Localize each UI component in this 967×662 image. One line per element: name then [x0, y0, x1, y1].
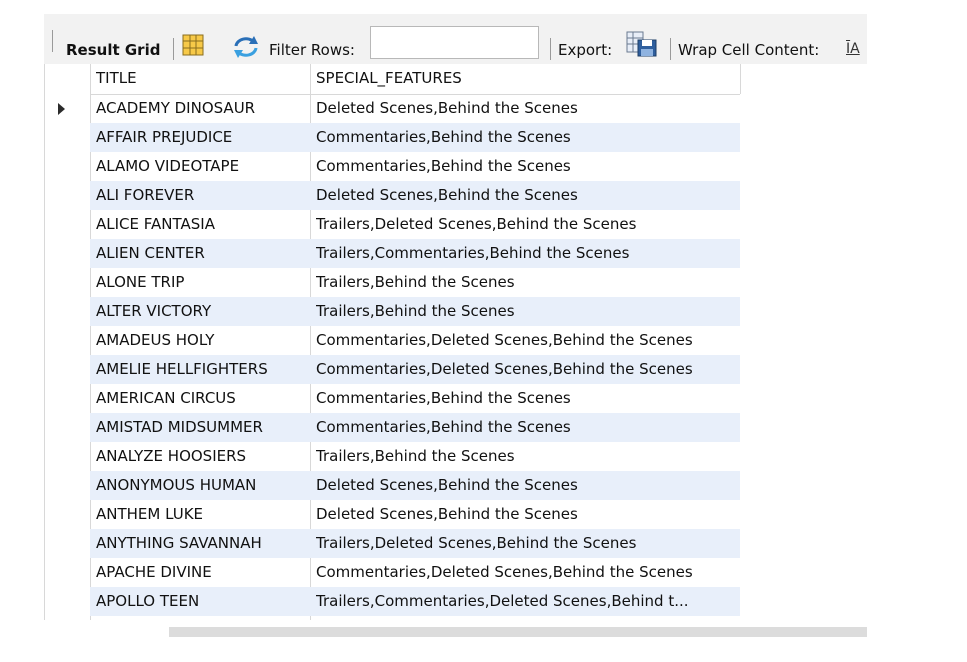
cell-title[interactable]: ANONYMOUS HUMAN: [96, 471, 310, 500]
cell-title[interactable]: ANALYZE HOOSIERS: [96, 442, 310, 471]
export-label: Export:: [558, 41, 613, 59]
table-row[interactable]: AFFAIR PREJUDICE Commentaries,Behind the …: [44, 123, 744, 152]
table-row[interactable]: ALAMO VIDEOTAPE Commentaries,Behind the S…: [44, 152, 744, 181]
table-row[interactable]: APOLLO TEEN Trailers,Commentaries,Deleted…: [44, 587, 744, 616]
export-icon[interactable]: [625, 30, 659, 58]
cell-special-features[interactable]: Commentaries,Deleted Scenes,Behind the S…: [316, 558, 742, 587]
cell-special-features[interactable]: Deleted Scenes,Behind the Scenes: [316, 471, 742, 500]
cell-title[interactable]: ALONE TRIP: [96, 268, 310, 297]
wrap-cell-icon[interactable]: ĪA: [846, 40, 868, 58]
cell-title[interactable]: AMISTAD MIDSUMMER: [96, 413, 310, 442]
cell-title[interactable]: APACHE DIVINE: [96, 558, 310, 587]
result-grid: TITLE SPECIAL_FEATURES ACADEMY DINOSAUR Del…: [44, 64, 867, 637]
horizontal-scrollbar-thumb[interactable]: [169, 627, 867, 637]
table-row[interactable]: AMISTAD MIDSUMMER Commentaries,Behind the…: [44, 413, 744, 442]
cell-title[interactable]: ACADEMY DINOSAUR: [96, 94, 310, 123]
refresh-icon[interactable]: [230, 34, 262, 60]
cell-special-features[interactable]: Deleted Scenes,Behind the Scenes: [316, 181, 742, 210]
cell-title[interactable]: ALIEN CENTER: [96, 239, 310, 268]
cell-title[interactable]: ALICE FANTASIA: [96, 210, 310, 239]
cell-title[interactable]: ALI FOREVER: [96, 181, 310, 210]
filter-rows-input[interactable]: [370, 26, 539, 59]
cell-title[interactable]: AMERICAN CIRCUS: [96, 384, 310, 413]
cell-special-features[interactable]: Deleted Scenes,Behind the Scenes: [316, 500, 742, 529]
row-marker-icon: [58, 103, 65, 115]
cell-title[interactable]: ALTER VICTORY: [96, 297, 310, 326]
table-row[interactable]: ANYTHING SAVANNAH Trailers,Deleted Scenes…: [44, 529, 744, 558]
toolbar-separator: [173, 38, 174, 60]
cell-title[interactable]: ANYTHING SAVANNAH: [96, 529, 310, 558]
toolbar-separator: [550, 38, 551, 60]
filter-rows-label: Filter Rows:: [269, 41, 355, 59]
table-row[interactable]: AMERICAN CIRCUS Commentaries,Behind the S…: [44, 384, 744, 413]
horizontal-scrollbar[interactable]: [169, 627, 867, 637]
cell-special-features[interactable]: Trailers,Commentaries,Behind the Scenes: [316, 239, 742, 268]
table-row[interactable]: ALTER VICTORY Trailers,Behind the Scenes: [44, 297, 744, 326]
grid-header-row: TITLE SPECIAL_FEATURES: [44, 64, 744, 95]
cell-title[interactable]: ANTHEM LUKE: [96, 500, 310, 529]
table-row[interactable]: ALICE FANTASIA Trailers,Deleted Scenes,Be…: [44, 210, 744, 239]
cell-special-features[interactable]: Trailers,Deleted Scenes,Behind the Scene…: [316, 210, 742, 239]
table-row[interactable]: ANTHEM LUKE Deleted Scenes,Behind the Sce…: [44, 500, 744, 529]
cell-special-features[interactable]: Commentaries,Deleted Scenes,Behind the S…: [316, 326, 742, 355]
table-row[interactable]: ALI FOREVER Deleted Scenes,Behind the Sce…: [44, 181, 744, 210]
cell-special-features[interactable]: Commentaries,Behind the Scenes: [316, 384, 742, 413]
table-row[interactable]: APACHE DIVINE Commentaries,Deleted Scenes…: [44, 558, 744, 587]
table-row[interactable]: ANALYZE HOOSIERS Trailers,Behind the Scen…: [44, 442, 744, 471]
cell-special-features[interactable]: Trailers,Commentaries,Deleted Scenes,Beh…: [316, 587, 742, 616]
table-row[interactable]: ALONE TRIP Trailers,Behind the Scenes: [44, 268, 744, 297]
column-header-title[interactable]: TITLE: [96, 64, 310, 93]
table-row[interactable]: ALIEN CENTER Trailers,Commentaries,Behind…: [44, 239, 744, 268]
cell-special-features[interactable]: Trailers,Behind the Scenes: [316, 442, 742, 471]
cell-title[interactable]: AFFAIR PREJUDICE: [96, 123, 310, 152]
cell-special-features[interactable]: Commentaries,Deleted Scenes,Behind the S…: [316, 355, 742, 384]
cell-special-features[interactable]: Trailers,Behind the Scenes: [316, 297, 742, 326]
cell-title[interactable]: AMADEUS HOLY: [96, 326, 310, 355]
cell-special-features[interactable]: Trailers,Deleted Scenes,Behind the Scene…: [316, 529, 742, 558]
wrap-cell-content-label: Wrap Cell Content:: [678, 41, 820, 59]
cell-special-features[interactable]: Deleted Scenes,Behind the Scenes: [316, 94, 742, 123]
cell-title[interactable]: APOLLO TEEN: [96, 587, 310, 616]
result-grid-icon[interactable]: [182, 34, 204, 56]
toolbar-separator: [52, 30, 53, 52]
toolbar-separator: [670, 38, 671, 60]
cell-special-features[interactable]: Trailers,Behind the Scenes: [316, 268, 742, 297]
cell-title[interactable]: AMELIE HELLFIGHTERS: [96, 355, 310, 384]
column-header-special-features[interactable]: SPECIAL_FEATURES: [316, 64, 742, 93]
table-row[interactable]: AMELIE HELLFIGHTERS Commentaries,Deleted …: [44, 355, 744, 384]
cell-special-features[interactable]: Commentaries,Behind the Scenes: [316, 413, 742, 442]
table-row[interactable]: ANONYMOUS HUMAN Deleted Scenes,Behind the…: [44, 471, 744, 500]
cell-special-features[interactable]: Commentaries,Behind the Scenes: [316, 123, 742, 152]
cell-title[interactable]: ALAMO VIDEOTAPE: [96, 152, 310, 181]
table-row[interactable]: AMADEUS HOLY Commentaries,Deleted Scenes,…: [44, 326, 744, 355]
result-grid-button[interactable]: Result Grid: [66, 39, 160, 61]
table-row[interactable]: ACADEMY DINOSAUR Deleted Scenes,Behind th…: [44, 94, 744, 123]
cell-special-features[interactable]: Commentaries,Behind the Scenes: [316, 152, 742, 181]
result-toolbar: Result Grid Filter Rows: Export: Wrap Ce…: [44, 14, 867, 64]
